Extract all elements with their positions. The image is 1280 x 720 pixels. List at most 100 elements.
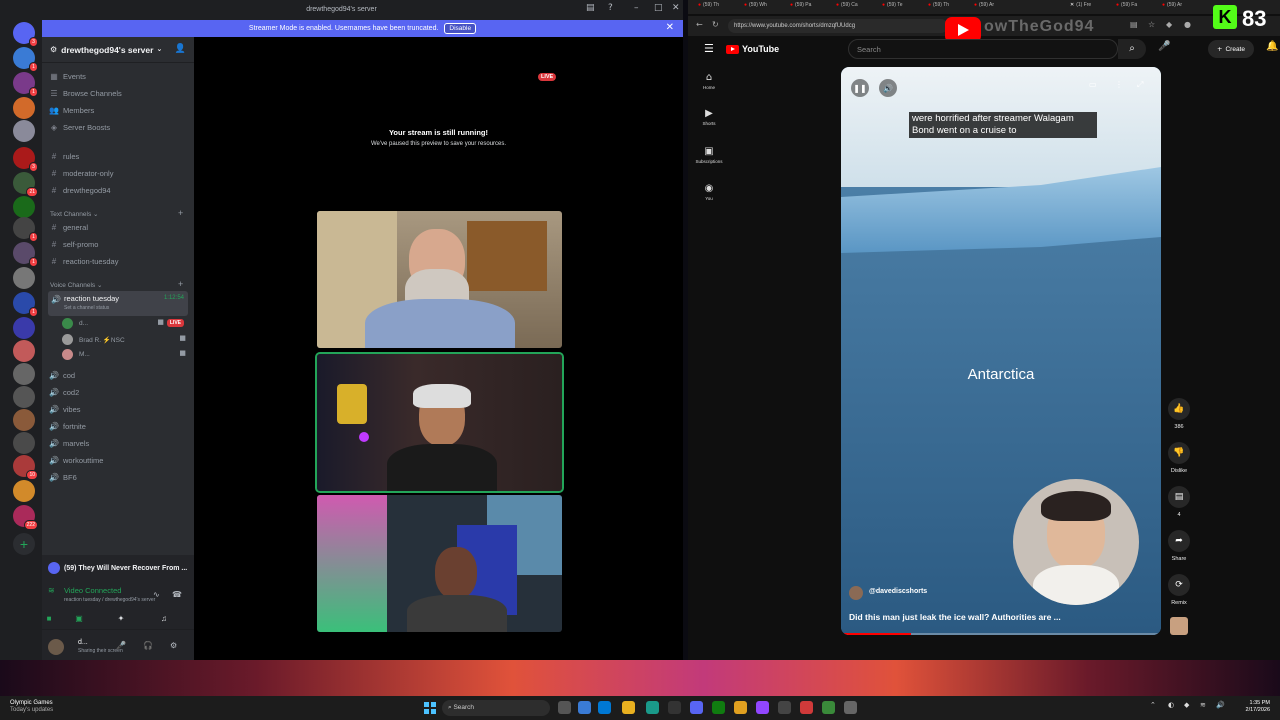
chrome-icon[interactable] — [734, 701, 747, 714]
tab[interactable]: ● (59) Fa — [1116, 2, 1160, 12]
search-icon[interactable]: ⌕ — [1118, 39, 1146, 59]
like-button[interactable]: 👍 386 — [1166, 398, 1192, 430]
tab[interactable]: ● (59) Pa — [790, 2, 834, 12]
tab[interactable]: ● (59) Ar — [1162, 2, 1206, 12]
voice-channel-cod[interactable]: 🔊 cod — [48, 368, 188, 383]
add-channel-icon[interactable]: + — [178, 279, 183, 289]
server-icon[interactable]: 21 — [13, 172, 38, 197]
server-icon[interactable] — [13, 196, 35, 218]
menu-icon[interactable]: ☰ — [704, 43, 714, 54]
headset-icon[interactable]: 🎧 — [143, 642, 153, 650]
channel-general[interactable]: # general — [48, 220, 188, 235]
server-icon[interactable]: 10 — [13, 455, 38, 480]
add-server-icon[interactable]: + — [13, 533, 35, 555]
sidebar-item-shorts[interactable]: ▶ Shorts — [690, 109, 728, 127]
server-icon[interactable]: 1 — [13, 292, 38, 317]
tray-icon[interactable]: ◆ — [1184, 702, 1189, 709]
channel-rules[interactable]: # rules — [48, 149, 188, 164]
app-icon[interactable] — [668, 701, 681, 714]
menu-item-server-boosts[interactable]: ◈ Server Boosts — [48, 120, 188, 135]
soundboard-button[interactable]: ♫ — [149, 611, 179, 626]
activity-row[interactable]: (59) They Will Never Recover From ... — [48, 561, 188, 575]
voice-user[interactable]: Brad R. ⚡NSC ■ — [62, 332, 188, 346]
pause-icon[interactable]: ❚❚ — [851, 79, 869, 97]
close-icon[interactable]: ✕ — [672, 4, 680, 13]
wifi-icon[interactable]: ≋ — [1200, 702, 1206, 709]
store-icon[interactable] — [598, 701, 611, 714]
server-icon[interactable] — [13, 432, 35, 454]
app-icon[interactable] — [822, 701, 835, 714]
server-icon[interactable] — [13, 480, 35, 502]
sound-thumbnail[interactable] — [1170, 617, 1188, 635]
activities-button[interactable]: ✦ — [106, 611, 136, 626]
server-icon[interactable] — [13, 317, 35, 339]
close-banner-icon[interactable]: ✕ — [666, 23, 674, 33]
extension-icon[interactable]: ▤ — [1130, 21, 1138, 29]
tab[interactable]: ● (59) Te — [882, 2, 926, 12]
voice-channel-marvels[interactable]: 🔊 marvels — [48, 436, 188, 451]
noise-suppression-icon[interactable]: ∿ — [153, 591, 160, 599]
server-icon[interactable]: 1 — [13, 242, 38, 267]
captions-icon[interactable]: ▭ — [1089, 81, 1097, 89]
app-icon[interactable] — [844, 701, 857, 714]
video-tile-speaking[interactable] — [315, 352, 564, 493]
notifications-icon[interactable]: 🔔 — [1266, 42, 1278, 52]
voice-user[interactable]: M... ■ — [62, 347, 188, 361]
more-icon[interactable]: ⋮ — [1115, 81, 1123, 89]
reload-icon[interactable]: ↻ — [712, 21, 719, 29]
invite-icon[interactable]: 👤 — [175, 45, 186, 54]
active-voice-channel[interactable]: 🔊 reaction tuesday Set a channel status … — [48, 291, 188, 316]
tab[interactable]: ● (59) Th — [698, 2, 742, 12]
category-voice-channels[interactable]: Voice Channels ⌄ + — [50, 279, 183, 289]
avatar[interactable] — [48, 639, 64, 655]
server-icon[interactable] — [13, 363, 35, 385]
extension-icon[interactable]: ◆ — [1166, 21, 1172, 29]
file-explorer-icon[interactable] — [622, 701, 635, 714]
channel-name[interactable]: @davediscshorts — [869, 588, 927, 595]
app-icon[interactable] — [778, 701, 791, 714]
channel-self-promo[interactable]: # self-promo — [48, 237, 188, 252]
maximize-icon[interactable]: □ — [654, 4, 663, 13]
voice-channel-vibes[interactable]: 🔊 vibes — [48, 402, 188, 417]
minimize-icon[interactable]: – — [634, 4, 639, 13]
volume-icon[interactable]: 🔊 — [1216, 702, 1225, 709]
mic-icon[interactable]: 🎤 — [116, 642, 126, 650]
inbox-icon[interactable]: ▤ — [586, 4, 595, 13]
clock[interactable]: 1:35 PM 2/17/2026 — [1246, 700, 1270, 714]
server-icon[interactable]: 3 — [13, 147, 38, 172]
server-icon[interactable]: 1 — [13, 72, 38, 97]
server-icon[interactable] — [13, 120, 35, 142]
sidebar-item-subscriptions[interactable]: ▣ Subscriptions — [690, 147, 728, 165]
news-widget[interactable]: Olympic Games Today's updates — [10, 700, 53, 714]
help-icon[interactable]: ? — [608, 4, 613, 13]
url-field[interactable]: https://www.youtube.com/shorts/dmzqfUUdc… — [728, 19, 948, 33]
channel-drewthegod94[interactable]: # drewthegod94 — [48, 183, 188, 198]
connection-status[interactable]: Video Connected — [64, 586, 121, 595]
edge-icon[interactable] — [646, 701, 659, 714]
channel-moderator-only[interactable]: # moderator-only — [48, 166, 188, 181]
server-icon[interactable] — [13, 409, 35, 431]
task-view-icon[interactable] — [558, 701, 571, 714]
dislike-button[interactable]: 👎 Dislike — [1166, 442, 1192, 474]
sidebar-item-home[interactable]: ⌂ Home — [690, 73, 728, 91]
channel-avatar[interactable] — [849, 586, 863, 600]
tab[interactable]: ● (59) Th — [928, 2, 972, 12]
video-tile[interactable] — [317, 495, 562, 632]
screen-share-button[interactable]: ▣ — [64, 611, 94, 626]
remix-button[interactable]: ⟳ Remix — [1166, 574, 1192, 606]
discord-taskbar-icon[interactable] — [690, 701, 703, 714]
video-tile[interactable] — [317, 211, 562, 348]
sidebar-item-you[interactable]: ◉ You — [690, 184, 728, 202]
add-channel-icon[interactable]: + — [178, 208, 183, 218]
channel-status[interactable]: Set a channel status — [64, 305, 109, 311]
tab[interactable]: ● (59) Ca — [836, 2, 880, 12]
server-icon[interactable] — [13, 97, 35, 119]
youtube-logo[interactable]: YouTube — [726, 44, 779, 54]
server-icon[interactable]: 1 — [13, 217, 38, 242]
extension-icon[interactable]: ● — [1184, 21, 1191, 29]
channel-reaction-tuesday[interactable]: # reaction-tuesday — [48, 254, 188, 269]
app-icon[interactable] — [756, 701, 769, 714]
video-progress[interactable] — [841, 633, 1161, 635]
app-icon[interactable] — [800, 701, 813, 714]
tab[interactable]: ● (59) Wh — [744, 2, 788, 12]
